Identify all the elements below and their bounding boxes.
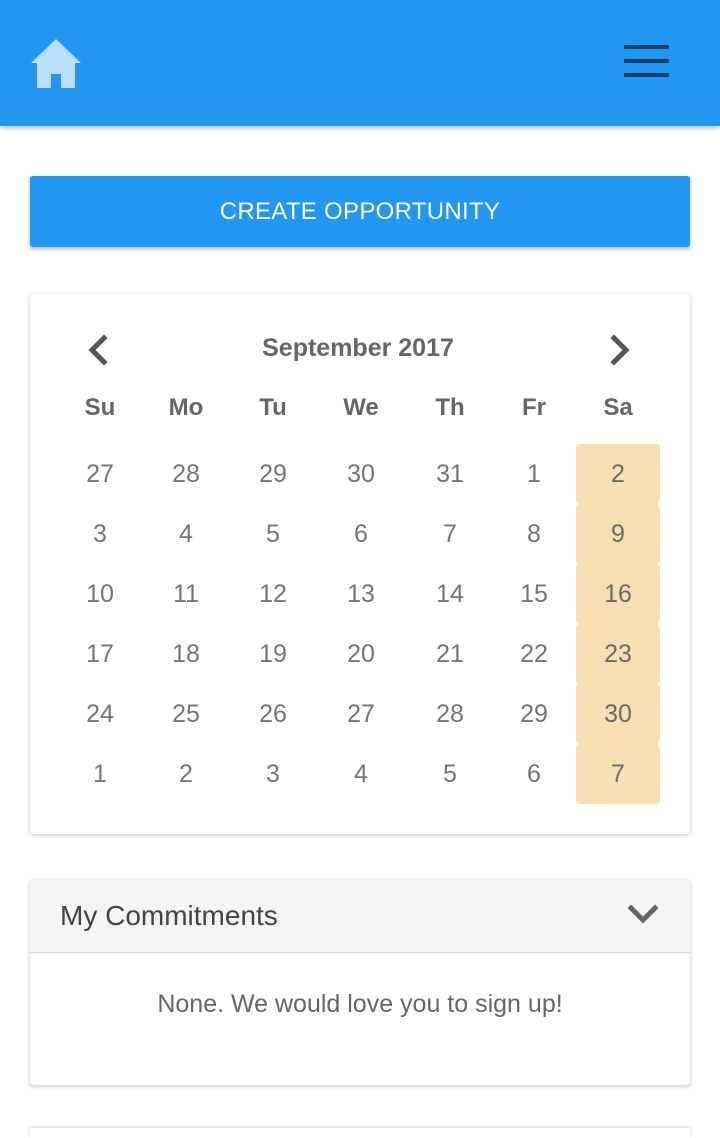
calendar-day[interactable]: 4	[144, 504, 228, 564]
weekday-label: Sa	[603, 394, 633, 421]
calendar-day[interactable]: 25	[144, 684, 228, 744]
next-month-button[interactable]	[600, 330, 640, 370]
calendar-day[interactable]: 30	[576, 684, 660, 744]
calendar-day[interactable]: 4	[319, 744, 403, 804]
calendar-day[interactable]: 21	[408, 624, 492, 684]
home-button[interactable]	[30, 38, 82, 90]
calendar: September 2017 Su Mo Tu We Th Fr Sa 27 28…	[30, 294, 690, 834]
calendar-day[interactable]: 29	[492, 684, 576, 744]
calendar-day[interactable]: 28	[144, 444, 228, 504]
calendar-day[interactable]: 18	[144, 624, 228, 684]
calendar-day[interactable]: 5	[231, 504, 315, 564]
calendar-day[interactable]: 20	[319, 624, 403, 684]
calendar-day[interactable]: 3	[231, 744, 315, 804]
chevron-down-icon[interactable]	[628, 904, 658, 926]
my-commitments-title: My Commitments	[60, 900, 278, 931]
calendar-day[interactable]: 27	[58, 444, 142, 504]
calendar-day[interactable]: 12	[231, 564, 315, 624]
weekday-label: Mo	[168, 394, 204, 421]
calendar-day[interactable]: 1	[58, 744, 142, 804]
calendar-day[interactable]: 2	[576, 444, 660, 504]
next-card-edge	[30, 1128, 690, 1138]
calendar-day[interactable]: 16	[576, 564, 660, 624]
calendar-day[interactable]: 17	[58, 624, 142, 684]
calendar-day[interactable]: 10	[58, 564, 142, 624]
calendar-day[interactable]: 6	[319, 504, 403, 564]
weekday-label: Tu	[259, 394, 287, 421]
calendar-day[interactable]: 7	[576, 744, 660, 804]
calendar-day[interactable]: 14	[408, 564, 492, 624]
create-opportunity-button[interactable]: Create Opportunity	[30, 176, 690, 247]
calendar-day[interactable]: 30	[319, 444, 403, 504]
calendar-day[interactable]: 8	[492, 504, 576, 564]
menu-button[interactable]	[624, 45, 669, 79]
calendar-day[interactable]: 3	[58, 504, 142, 564]
app-header	[0, 0, 720, 126]
weekday-label: Su	[84, 394, 116, 421]
calendar-month-title[interactable]: September 2017	[170, 334, 546, 370]
previous-month-button[interactable]	[78, 330, 118, 370]
calendar-day[interactable]: 24	[58, 684, 142, 744]
calendar-day[interactable]: 27	[319, 684, 403, 744]
weekday-label: We	[343, 394, 379, 421]
calendar-day[interactable]: 1	[492, 444, 576, 504]
calendar-day[interactable]: 15	[492, 564, 576, 624]
calendar-day[interactable]: 31	[408, 444, 492, 504]
calendar-day[interactable]: 13	[319, 564, 403, 624]
calendar-day[interactable]: 9	[576, 504, 660, 564]
calendar-day-grid: 27 28 29 30 31 1 2 3 4 5 6 7 8 9 10 11 12 13 14 15 16 17 18 19 2…	[30, 444, 690, 804]
calendar-day[interactable]: 5	[408, 744, 492, 804]
calendar-day[interactable]: 26	[231, 684, 315, 744]
home-icon	[31, 39, 81, 88]
empty-commitments-message: None. We would love you to sign up!	[157, 990, 563, 1018]
calendar-day[interactable]: 6	[492, 744, 576, 804]
chevron-right-icon	[610, 334, 630, 366]
calendar-day[interactable]: 22	[492, 624, 576, 684]
calendar-day[interactable]: 11	[144, 564, 228, 624]
calendar-day[interactable]: 7	[408, 504, 492, 564]
my-commitments-panel: My Commitments None. We would love you t…	[30, 880, 690, 1085]
my-commitments-header[interactable]: My Commitments	[30, 880, 690, 953]
weekday-header-row: Su Mo Tu We Th Fr Sa	[30, 394, 690, 430]
chevron-left-icon	[88, 334, 108, 366]
calendar-day[interactable]: 23	[576, 624, 660, 684]
weekday-label: Th	[435, 394, 465, 421]
calendar-day[interactable]: 28	[408, 684, 492, 744]
weekday-label: Fr	[522, 394, 546, 421]
calendar-day[interactable]: 29	[231, 444, 315, 504]
calendar-day[interactable]: 19	[231, 624, 315, 684]
calendar-day[interactable]: 2	[144, 744, 228, 804]
